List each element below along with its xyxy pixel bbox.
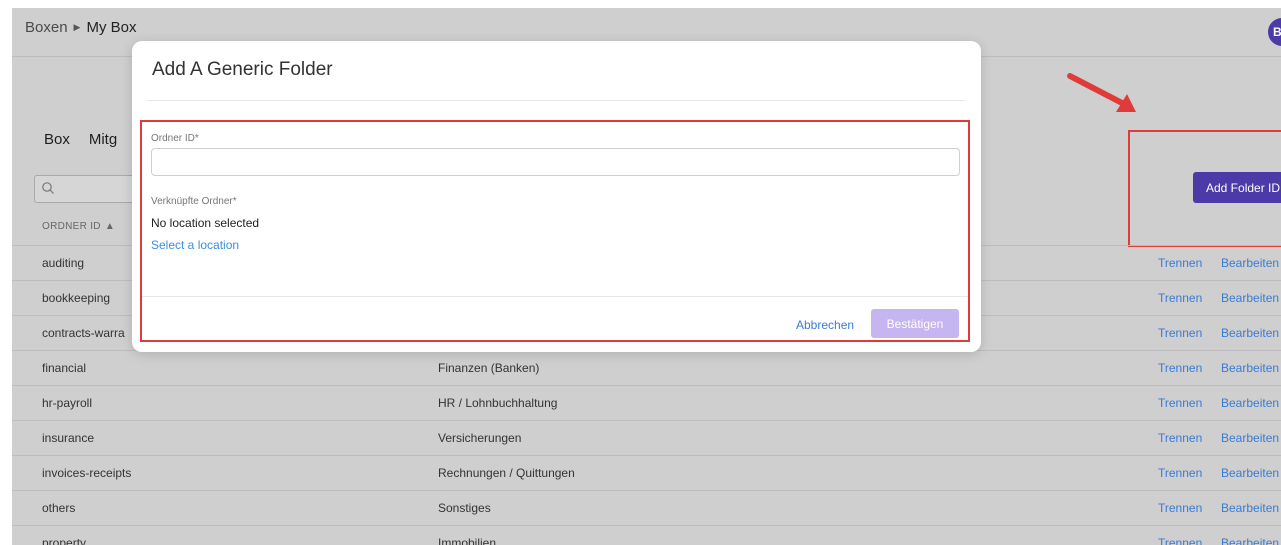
edit-link[interactable]: Bearbeiten (1221, 466, 1279, 480)
highlight-box (1128, 130, 1281, 247)
cancel-button[interactable]: Abbrechen (796, 318, 854, 332)
column-header-folder-id[interactable]: ORDNER ID ▲ (42, 221, 115, 232)
folder-name-cell: Rechnungen / Quittungen (438, 466, 575, 480)
disconnect-link[interactable]: Trennen (1158, 536, 1202, 545)
edit-link[interactable]: Bearbeiten (1221, 326, 1279, 340)
folder-id-cell: insurance (42, 431, 95, 445)
linked-folder-label: Verknüpfte Ordner* (151, 196, 237, 207)
edit-link[interactable]: Bearbeiten (1221, 536, 1279, 545)
breadcrumb: Boxen ▶ My Box (25, 19, 136, 36)
folder-id-input[interactable] (151, 148, 960, 176)
folder-id-cell: hr-payroll (42, 396, 93, 410)
disconnect-link[interactable]: Trennen (1158, 326, 1202, 340)
folder-name-cell: Sonstiges (438, 501, 491, 515)
table-row: insurance Versicherungen Trennen Bearbei… (12, 420, 1281, 455)
chevron-right-icon: ▶ (73, 22, 81, 32)
folder-name-cell: Versicherungen (438, 431, 522, 445)
breadcrumb-current: My Box (86, 19, 137, 36)
tab-members[interactable]: Mitg (89, 131, 117, 148)
folder-id-cell: contracts-warra (42, 326, 125, 340)
folder-id-label: Ordner ID* (151, 133, 199, 144)
column-header-label: ORDNER ID (42, 221, 101, 232)
edit-link[interactable]: Bearbeiten (1221, 501, 1279, 515)
disconnect-link[interactable]: Trennen (1158, 291, 1202, 305)
table-row: property Immobilien Trennen Bearbeiten (12, 525, 1281, 545)
disconnect-link[interactable]: Trennen (1158, 431, 1202, 445)
no-location-text: No location selected (151, 216, 260, 230)
tab-box[interactable]: Box (44, 131, 70, 148)
edit-link[interactable]: Bearbeiten (1221, 396, 1279, 410)
table-row: others Sonstiges Trennen Bearbeiten (12, 490, 1281, 525)
edit-link[interactable]: Bearbeiten (1221, 291, 1279, 305)
tab-bar: Box Mitg (44, 131, 117, 148)
folder-name-cell: Finanzen (Banken) (438, 361, 540, 375)
folder-name-cell: Immobilien (438, 536, 497, 545)
edit-link[interactable]: Bearbeiten (1221, 431, 1279, 445)
confirm-button[interactable]: Bestätigen (871, 309, 959, 338)
dialog-title: Add A Generic Folder (152, 59, 333, 80)
disconnect-link[interactable]: Trennen (1158, 361, 1202, 375)
disconnect-link[interactable]: Trennen (1158, 466, 1202, 480)
folder-id-cell: auditing (42, 256, 85, 270)
disconnect-link[interactable]: Trennen (1158, 396, 1202, 410)
disconnect-link[interactable]: Trennen (1158, 501, 1202, 515)
select-location-link[interactable]: Select a location (151, 238, 239, 252)
folder-id-cell: others (42, 501, 76, 515)
sort-ascending-icon: ▲ (104, 221, 116, 232)
app-window: Boxen ▶ My Box B Box Mitg Add Folder ID … (12, 8, 1281, 545)
folder-id-cell: bookkeeping (42, 291, 111, 305)
edit-link[interactable]: Bearbeiten (1221, 256, 1279, 270)
folder-id-cell: invoices-receipts (42, 466, 132, 480)
folder-id-cell: financial (42, 361, 87, 375)
folder-id-cell: property (42, 536, 87, 545)
table-row: hr-payroll HR / Lohnbuchhaltung Trennen … (12, 385, 1281, 420)
divider (142, 296, 968, 297)
add-folder-dialog: Add A Generic Folder Ordner ID* Verknüpf… (132, 41, 981, 352)
divider (146, 100, 966, 101)
table-row: financial Finanzen (Banken) Trennen Bear… (12, 350, 1281, 385)
avatar[interactable]: B (1268, 18, 1281, 46)
edit-link[interactable]: Bearbeiten (1221, 361, 1279, 375)
disconnect-link[interactable]: Trennen (1158, 256, 1202, 270)
annotation-arrow-icon (1067, 73, 1136, 112)
folder-name-cell: HR / Lohnbuchhaltung (438, 396, 558, 410)
table-row: invoices-receipts Rechnungen / Quittunge… (12, 455, 1281, 490)
breadcrumb-root[interactable]: Boxen (25, 19, 68, 36)
search-icon (42, 182, 54, 194)
